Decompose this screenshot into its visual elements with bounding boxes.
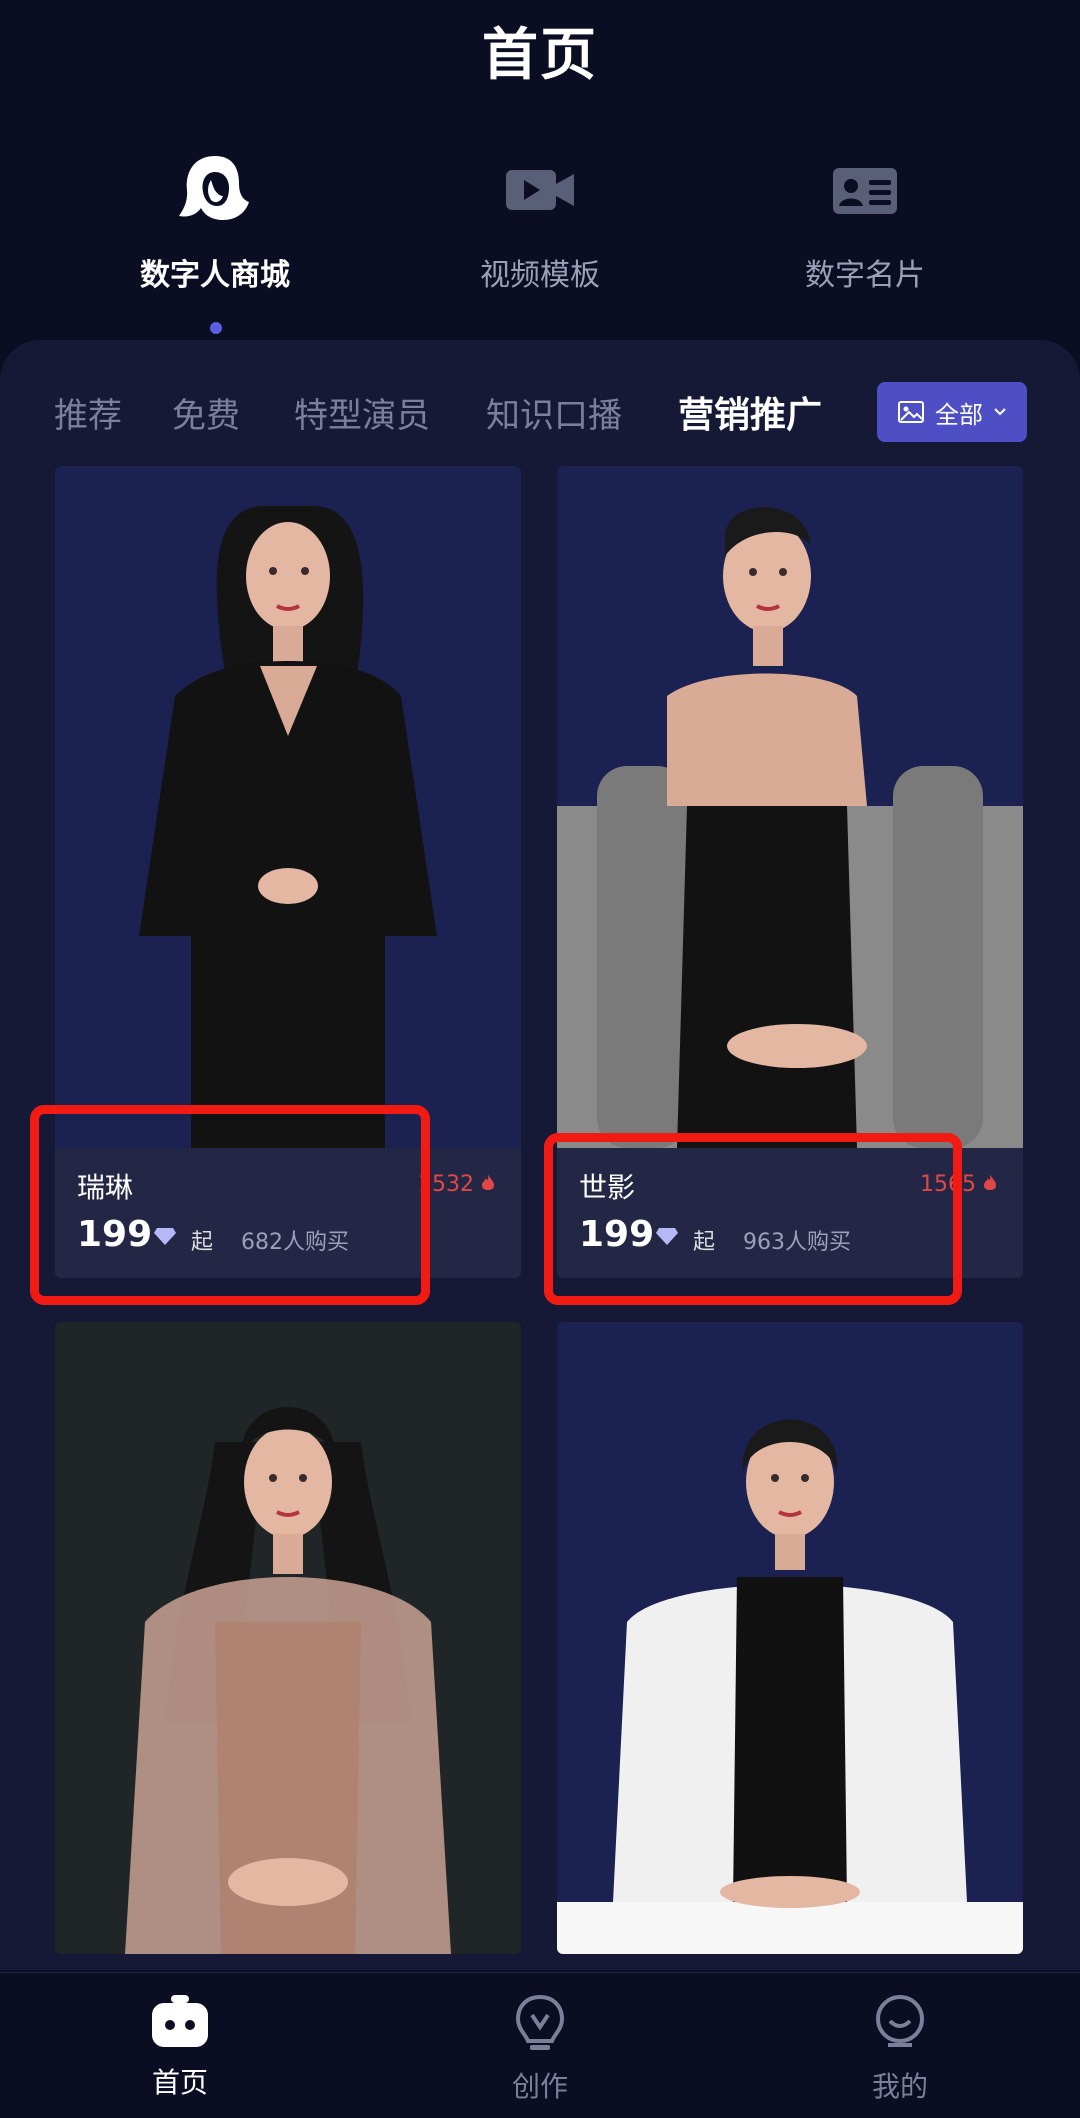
category-label: 数字名片 bbox=[805, 258, 925, 293]
category-digital-human-mall[interactable]: 数字人商城 bbox=[85, 150, 345, 294]
flame-icon bbox=[482, 1174, 494, 1190]
chevron-down-icon bbox=[994, 408, 1006, 416]
nav-label: 创作 bbox=[511, 2070, 568, 2103]
filter-label: 全部 bbox=[935, 400, 983, 429]
product-photo bbox=[55, 1322, 521, 1954]
active-category-indicator bbox=[210, 322, 222, 334]
tab-free[interactable]: 免费 bbox=[172, 388, 240, 437]
product-photo bbox=[557, 466, 1023, 1148]
category-digital-card[interactable]: 数字名片 bbox=[735, 150, 995, 294]
profile-icon bbox=[876, 1995, 924, 2047]
nav-create[interactable]: 创作 bbox=[440, 1993, 640, 2105]
image-icon bbox=[898, 401, 924, 423]
highlight-box bbox=[30, 1105, 430, 1305]
tab-featured-actors[interactable]: 特型演员 bbox=[294, 388, 430, 437]
product-card[interactable] bbox=[55, 1322, 521, 1954]
category-label: 数字人商城 bbox=[140, 258, 290, 293]
category-video-templates[interactable]: 视频模板 bbox=[410, 150, 670, 294]
nav-label: 首页 bbox=[151, 2066, 208, 2099]
product-photo bbox=[55, 466, 521, 1148]
tab-marketing[interactable]: 营销推广 bbox=[678, 386, 822, 438]
nav-label: 我的 bbox=[871, 2070, 928, 2103]
category-label: 视频模板 bbox=[480, 258, 600, 293]
tab-knowledge-broadcast[interactable]: 知识口播 bbox=[486, 388, 622, 437]
woman-head-icon bbox=[179, 156, 249, 220]
product-card[interactable] bbox=[557, 1322, 1023, 1954]
id-card-icon bbox=[833, 168, 897, 214]
home-robot-icon bbox=[152, 1995, 208, 2047]
category-nav: 数字人商城 视频模板 数字名片 bbox=[0, 150, 1080, 334]
highlight-box bbox=[544, 1133, 962, 1305]
nav-mine[interactable]: 我的 bbox=[800, 1993, 1000, 2105]
lightbulb-icon bbox=[515, 1994, 565, 2050]
product-photo bbox=[557, 1322, 1023, 1954]
nav-home[interactable]: 首页 bbox=[80, 1993, 280, 2101]
filter-dropdown[interactable]: 全部 bbox=[877, 382, 1027, 442]
flame-icon bbox=[984, 1174, 996, 1190]
tab-recommend[interactable]: 推荐 bbox=[54, 388, 122, 437]
video-camera-icon bbox=[506, 170, 574, 210]
page-title: 首页 bbox=[482, 23, 598, 88]
bottom-nav: 首页 创作 我的 bbox=[0, 1972, 1080, 2118]
